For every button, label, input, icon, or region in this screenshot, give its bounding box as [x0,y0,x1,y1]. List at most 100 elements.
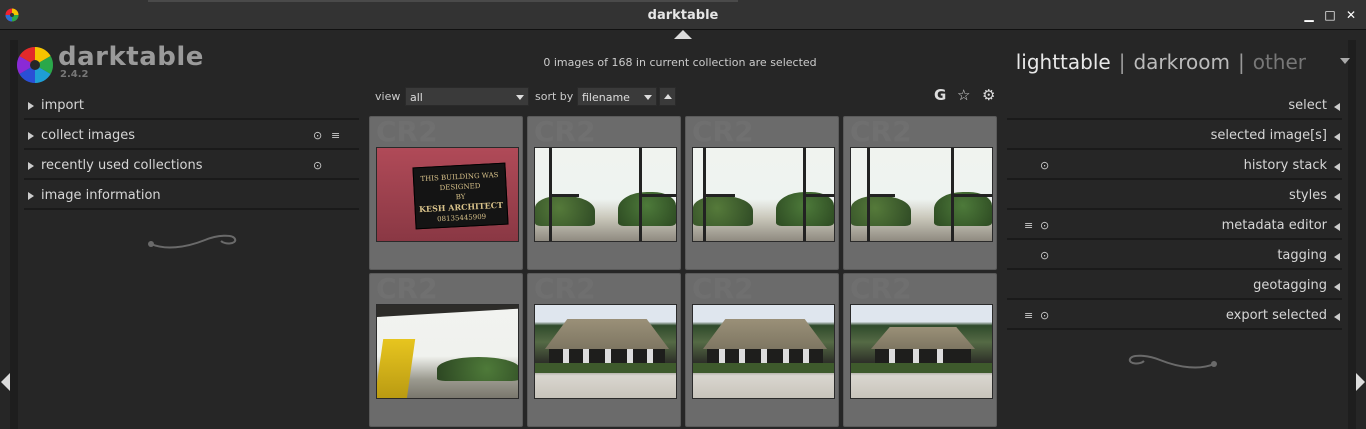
module-label: import [41,98,84,113]
module-styles[interactable]: styles [1007,184,1342,210]
expand-arrow-icon [1334,193,1340,201]
lighttable-toolbar: view all sort by filename G ☆ ⚙ [370,86,1000,108]
close-icon[interactable]: ✕ [1344,8,1358,22]
thumbnail-image [692,147,835,242]
module-label: image information [41,188,161,203]
panel-end-swirl-icon [148,234,237,249]
thumbnail-image [376,304,519,399]
thumbnail-image [850,304,993,399]
reset-icon[interactable]: ⊙ [1040,250,1049,262]
presets-icon[interactable]: ≡ [1024,310,1033,322]
expand-arrow-icon [1334,163,1340,171]
format-watermark: CR2 [376,116,438,148]
title-bar: darktable ▁ □ ✕ [0,0,1366,30]
thumbnail-image: THIS BUILDING WAS DESIGNED BY KESH ARCHI… [376,147,519,242]
thumbnail[interactable]: CR2 [843,273,997,427]
left-panel-collapse-icon[interactable] [1,373,10,391]
right-panel-border [1348,40,1356,429]
top-panel-collapse-icon[interactable] [674,30,692,39]
module-collect-images[interactable]: collect images ⊙ ≡ [24,124,359,150]
reset-icon[interactable]: ⊙ [313,130,322,142]
view-filter-label: view [375,90,401,103]
view-separator: | [1237,50,1245,74]
presets-icon[interactable]: ≡ [1024,220,1033,232]
sort-label: sort by [535,90,574,103]
thumbnail[interactable]: CR2 [843,116,997,270]
module-label: history stack [1243,158,1327,173]
module-select[interactable]: select [1007,94,1342,120]
module-label: geotagging [1253,278,1327,293]
chevron-down-icon [516,95,524,100]
sort-select[interactable]: filename [577,87,657,106]
right-panel-collapse-icon[interactable] [1356,373,1365,391]
module-metadata-editor[interactable]: ≡ ⊙ metadata editor [1007,214,1342,240]
format-watermark: CR2 [850,116,912,148]
expand-arrow-icon [28,192,34,200]
darktable-logo-icon [16,46,54,84]
thumbnail[interactable]: CR2 THIS BUILDING WAS DESIGNED BY KESH A… [369,116,523,270]
expand-arrow-icon [28,162,34,170]
expand-arrow-icon [1334,223,1340,231]
sort-ascending-icon [664,94,672,99]
thumbnail-image [534,304,677,399]
thumbnail[interactable]: CR2 [685,116,839,270]
module-tagging[interactable]: ⊙ tagging [1007,244,1342,270]
module-label: styles [1289,188,1327,203]
reset-icon[interactable]: ⊙ [1040,160,1049,172]
module-label: collect images [41,128,135,143]
chevron-down-icon [644,95,652,100]
expand-arrow-icon [28,102,34,110]
grouping-icon[interactable]: G [934,86,946,104]
module-import[interactable]: import [24,94,359,120]
thumbnail[interactable]: CR2 [685,273,839,427]
thumbnail-image [534,147,677,242]
panel-end-swirl-icon [1128,354,1217,369]
expand-arrow-icon [28,132,34,140]
sort-direction-button[interactable] [659,87,676,106]
star-icon[interactable]: ☆ [957,86,970,104]
module-label: tagging [1277,248,1327,263]
expand-arrow-icon [1334,133,1340,141]
module-selected-images[interactable]: selected image[s] [1007,124,1342,150]
view-filter-select[interactable]: all [405,87,529,106]
module-export-selected[interactable]: ≡ ⊙ export selected [1007,304,1342,330]
view-other[interactable]: other [1253,50,1306,74]
maximize-icon[interactable]: □ [1323,8,1337,22]
format-watermark: CR2 [850,273,912,305]
format-watermark: CR2 [376,273,438,305]
module-recently-used-collections[interactable]: recently used collections ⊙ [24,154,359,180]
selection-info: 0 images of 168 in current collection ar… [543,56,817,69]
sign-plate: THIS BUILDING WAS DESIGNED BY KESH ARCHI… [412,162,509,230]
module-label: metadata editor [1221,218,1327,233]
module-history-stack[interactable]: ⊙ history stack [1007,154,1342,180]
chevron-down-icon[interactable] [1340,58,1350,64]
thumbnail-image [692,304,835,399]
minimize-icon[interactable]: ▁ [1302,8,1316,22]
sort-value: filename [582,91,630,104]
module-label: selected image[s] [1210,128,1327,143]
reset-icon[interactable]: ⊙ [1040,220,1049,232]
thumbnail[interactable]: CR2 [527,116,681,270]
view-lighttable[interactable]: lighttable [1016,50,1111,74]
app-version: 2.4.2 [60,69,89,80]
view-filter-value: all [410,91,423,104]
expand-arrow-icon [1334,103,1340,111]
format-watermark: CR2 [534,273,596,305]
thumbnail-grid: CR2 THIS BUILDING WAS DESIGNED BY KESH A… [368,115,1000,429]
left-panel-border [10,40,18,429]
app-name: darktable [58,42,204,72]
module-label: recently used collections [41,158,203,173]
view-darkroom[interactable]: darkroom [1133,50,1230,74]
reset-icon[interactable]: ⊙ [313,160,322,172]
module-label: select [1288,98,1327,113]
title-tab-line [148,0,738,2]
expand-arrow-icon [1334,253,1340,261]
thumbnail[interactable]: CR2 [369,273,523,427]
thumbnail[interactable]: CR2 [527,273,681,427]
window-title: darktable [647,8,719,23]
reset-icon[interactable]: ⊙ [1040,310,1049,322]
module-image-information[interactable]: image information [24,184,359,210]
presets-icon[interactable]: ≡ [331,130,340,142]
preferences-icon[interactable]: ⚙ [982,86,995,104]
module-geotagging[interactable]: geotagging [1007,274,1342,300]
